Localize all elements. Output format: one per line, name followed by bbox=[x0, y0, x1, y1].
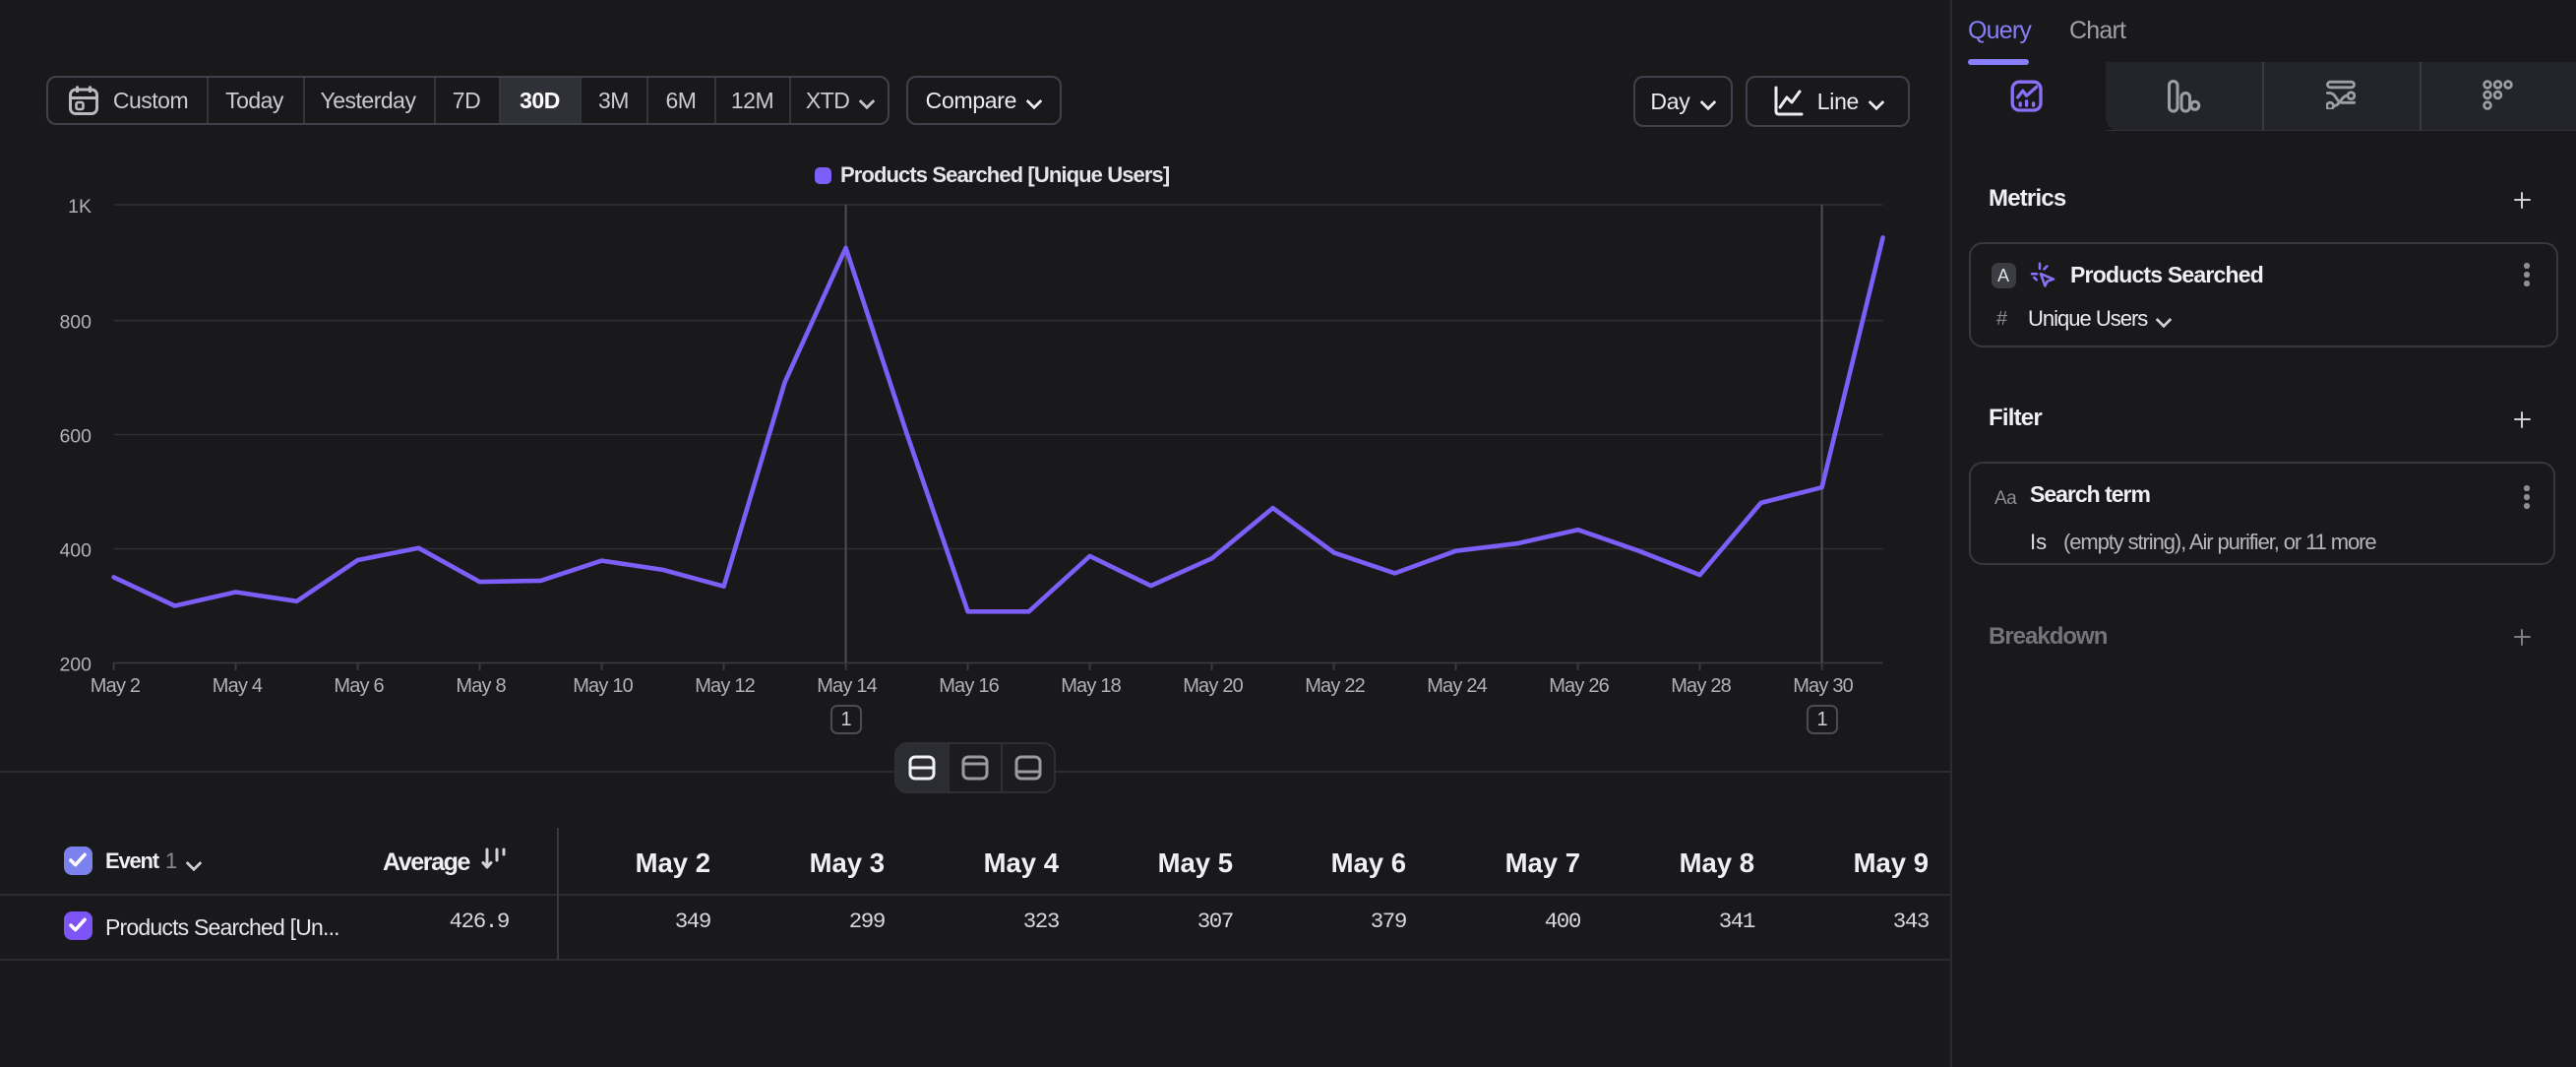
svg-text:800: 800 bbox=[59, 312, 92, 334]
svg-text:May 28: May 28 bbox=[1671, 675, 1731, 697]
svg-text:May 2: May 2 bbox=[91, 675, 141, 697]
svg-text:May 16: May 16 bbox=[939, 675, 999, 697]
svg-text:May 4: May 4 bbox=[213, 675, 263, 697]
svg-text:May 6: May 6 bbox=[334, 675, 384, 697]
svg-text:200: 200 bbox=[59, 655, 92, 676]
svg-text:1K: 1K bbox=[68, 196, 92, 218]
svg-text:May 22: May 22 bbox=[1305, 675, 1365, 697]
svg-text:400: 400 bbox=[59, 540, 92, 562]
svg-text:May 26: May 26 bbox=[1549, 675, 1609, 697]
svg-text:May 24: May 24 bbox=[1427, 675, 1487, 697]
svg-text:May 10: May 10 bbox=[573, 675, 633, 697]
svg-text:May 12: May 12 bbox=[695, 675, 755, 697]
svg-text:May 8: May 8 bbox=[456, 675, 506, 697]
svg-text:May 30: May 30 bbox=[1793, 675, 1853, 697]
svg-text:600: 600 bbox=[59, 426, 92, 448]
svg-text:May 20: May 20 bbox=[1183, 675, 1243, 697]
svg-text:May 14: May 14 bbox=[817, 675, 877, 697]
svg-text:May 18: May 18 bbox=[1061, 675, 1121, 697]
